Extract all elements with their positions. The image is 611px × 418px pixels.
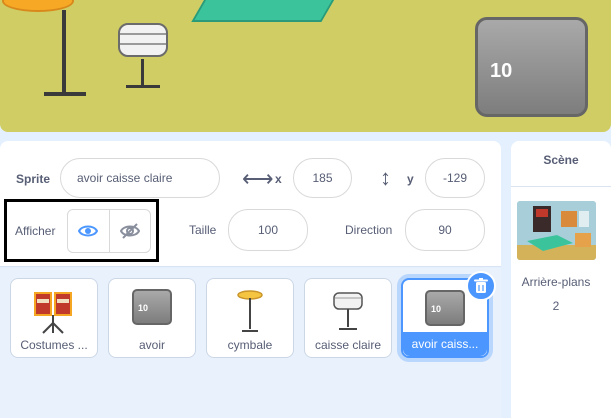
stage-frame: 10	[0, 0, 611, 140]
bongo-thumbnail	[31, 289, 77, 335]
y-input[interactable]: -129	[425, 158, 485, 198]
stage-sprite-number: 10	[490, 60, 513, 82]
stage-panel-title: Scène	[543, 153, 579, 167]
sprite-list-panel: Costumes ... 10 avoir cymbale caisse cla	[0, 268, 501, 418]
size-label: Taille	[189, 223, 217, 237]
avoir-thumbnail-number: 10	[138, 303, 149, 313]
sprite-info-panel: Sprite avoir caisse claire ⟷ x 185 ↕ y -…	[0, 141, 501, 267]
bongo-stand-base	[44, 92, 86, 96]
stage-snare-sprite[interactable]	[118, 23, 168, 57]
x-label: x	[275, 172, 282, 186]
cymbal-thumbnail	[227, 289, 273, 335]
show-highlight-box	[4, 199, 159, 262]
stage-green-object	[191, 0, 339, 22]
direction-label: Direction	[345, 223, 393, 237]
direction-input[interactable]: 90	[405, 209, 485, 251]
snare-thumbnail	[325, 289, 371, 335]
sprite-tile-label: cymbale	[227, 338, 273, 352]
bongo-stand	[62, 10, 66, 92]
sprite-tile-label: avoir caiss...	[403, 332, 487, 356]
vertical-arrows-icon: ↕	[380, 165, 391, 190]
sprite-tile-label: caisse claire	[314, 338, 382, 352]
sprite-tile-caisse-claire[interactable]: caisse claire	[304, 278, 392, 358]
sprite-tile-cymbale[interactable]: cymbale	[206, 278, 294, 358]
sprite-tile-costumes[interactable]: Costumes ...	[10, 278, 98, 358]
trash-icon	[474, 278, 488, 293]
x-input[interactable]: 185	[293, 158, 352, 198]
avoir-caisse-thumbnail: 10	[425, 290, 465, 326]
snare-stand-base	[126, 85, 160, 88]
avoir-caisse-thumbnail-number: 10	[431, 304, 442, 314]
y-label: y	[407, 172, 414, 186]
backdrops-count: 2	[552, 299, 560, 313]
size-input[interactable]: 100	[228, 209, 308, 251]
sprite-tile-label: Costumes ...	[20, 338, 88, 352]
backdrops-label: Arrière-plans	[521, 275, 591, 289]
sprite-name-input[interactable]: avoir caisse claire	[60, 158, 220, 198]
stage-selector-panel[interactable]: Scène Arrière-plans 2	[511, 141, 611, 418]
stage-avoir-sprite[interactable]: 10	[475, 17, 588, 117]
backdrop-thumbnail	[517, 201, 596, 260]
snare-stand	[141, 59, 144, 85]
stage-canvas[interactable]: 10	[0, 0, 611, 132]
avoir-thumbnail: 10	[132, 289, 172, 325]
sprite-label: Sprite	[16, 172, 51, 186]
horizontal-arrows-icon: ⟷	[242, 166, 274, 191]
delete-sprite-button[interactable]	[466, 271, 496, 301]
sprite-tile-label: avoir	[138, 338, 165, 352]
sprite-tile-avoir[interactable]: 10 avoir	[108, 278, 196, 358]
stage-panel-divider	[511, 186, 611, 187]
